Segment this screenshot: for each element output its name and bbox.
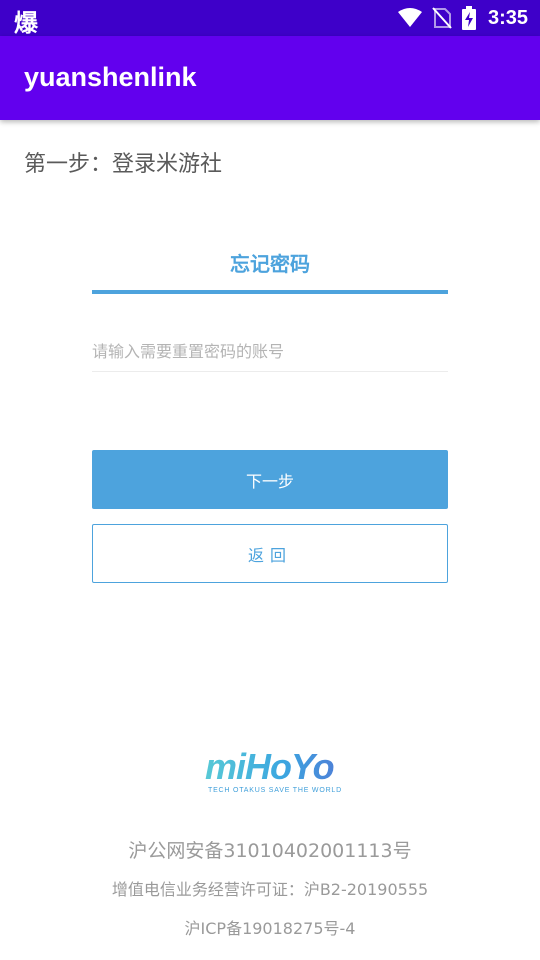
battery-charging-icon — [461, 6, 476, 30]
footer-security-record: 沪公网安备31010402001113号 — [128, 840, 412, 862]
logo-tagline: TECH OTAKUS SAVE THE WORLD — [208, 787, 342, 794]
app-title: yuanshenlink — [24, 62, 197, 92]
back-button[interactable]: 返回 — [92, 524, 448, 583]
account-input[interactable] — [92, 332, 448, 372]
no-sim-icon — [432, 7, 452, 29]
tab-indicator — [92, 290, 448, 294]
notification-glyph: 爆 — [14, 9, 38, 37]
app-bar: yuanshenlink — [0, 36, 540, 120]
footer-license: 增值电信业务经营许可证：沪B2-20190555 — [111, 880, 429, 899]
wifi-icon — [397, 8, 422, 27]
status-time: 3:35 — [487, 6, 528, 29]
step-title: 第一步：登录米游社 — [24, 152, 223, 177]
next-step-button[interactable]: 下一步 — [92, 450, 448, 509]
mihoyo-logo: miHoYo TECH OTAKUS SAVE THE WORLD — [205, 746, 342, 798]
footer-icp-record: 沪ICP备19018275号-4 — [184, 919, 356, 938]
status-icons: 3:35 — [397, 0, 528, 36]
tab-forgot-password[interactable]: 忘记密码 — [92, 248, 448, 277]
status-bar: 爆 3:35 — [0, 0, 540, 37]
logo-text: miHoYo — [205, 746, 335, 787]
